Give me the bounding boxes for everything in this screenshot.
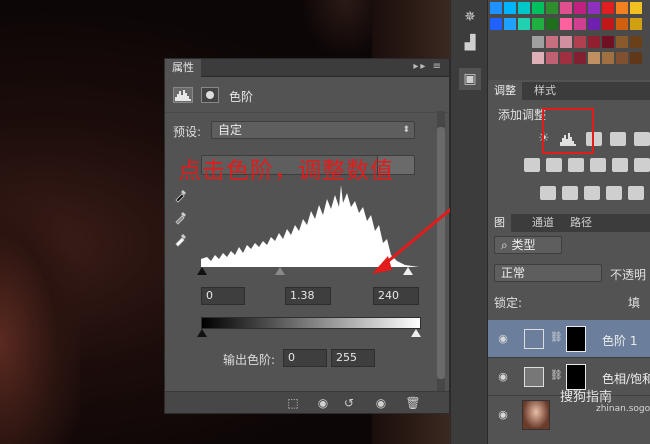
eye-icon[interactable]: ◉ — [496, 408, 510, 422]
photo-layer-thumbnail — [522, 400, 550, 430]
layer-mask-thumbnail — [566, 326, 586, 352]
watermark-text: 搜狗指南 — [560, 390, 613, 405]
swatch[interactable] — [490, 2, 502, 14]
eye-icon[interactable]: ◉ — [496, 332, 510, 346]
tab-adjustments[interactable]: 调整 — [488, 82, 522, 100]
swatch[interactable] — [574, 2, 586, 14]
swatch[interactable] — [574, 52, 586, 64]
tab-paths[interactable]: 路径 — [564, 214, 598, 232]
swatch[interactable] — [518, 18, 530, 30]
swatch[interactable] — [588, 52, 600, 64]
fill-label: 填 — [628, 296, 641, 310]
swatch[interactable] — [532, 18, 544, 30]
swatch[interactable] — [630, 2, 642, 14]
swatch[interactable] — [574, 18, 586, 30]
hue-saturation-icon[interactable] — [524, 158, 540, 172]
tab-styles[interactable]: 样式 — [528, 82, 562, 100]
vibrance-icon[interactable] — [634, 132, 650, 146]
eye-icon[interactable]: ◉ — [496, 370, 510, 384]
swatch[interactable] — [588, 2, 600, 14]
photo-filter-icon[interactable] — [590, 158, 606, 172]
invert-icon[interactable] — [540, 186, 556, 200]
swatch[interactable] — [560, 36, 572, 48]
swatch[interactable] — [602, 52, 614, 64]
swatch[interactable] — [504, 2, 516, 14]
swatch[interactable] — [630, 52, 642, 64]
layer-filter-value: 类型 — [511, 238, 536, 252]
swatch[interactable] — [504, 18, 516, 30]
swatch[interactable] — [546, 2, 558, 14]
swatch[interactable] — [532, 2, 544, 14]
swatch[interactable] — [602, 18, 614, 30]
selective-color-icon[interactable] — [606, 186, 622, 200]
swatch[interactable] — [532, 36, 544, 48]
opacity-label: 不透明 — [610, 268, 647, 282]
swatch[interactable] — [616, 36, 628, 48]
hue-layer-thumbnail — [524, 367, 544, 387]
swatch[interactable] — [588, 18, 600, 30]
watermark-url: zhinan.sogou.com — [596, 404, 650, 414]
exposure-icon[interactable] — [610, 132, 626, 146]
swatch[interactable] — [560, 2, 572, 14]
properties-panel-icon[interactable]: ▣ — [459, 68, 481, 90]
tab-layers[interactable]: 图 — [488, 214, 511, 232]
lock-label: 锁定: — [494, 296, 523, 310]
swatch[interactable] — [630, 18, 642, 30]
layers-tabbar: 图 通道 路径 — [488, 214, 650, 232]
swatch[interactable] — [560, 52, 572, 64]
posterize-icon[interactable] — [562, 186, 578, 200]
layer-name: 色阶 1 — [602, 334, 638, 348]
blend-mode-select[interactable]: 正常 — [494, 264, 602, 282]
gradient-map-icon[interactable] — [628, 186, 644, 200]
layer-filter-select[interactable]: ⌕ 类型 — [494, 236, 562, 254]
swatch[interactable] — [532, 52, 544, 64]
swatch[interactable] — [630, 36, 642, 48]
tab-channels[interactable]: 通道 — [526, 214, 560, 232]
swatch[interactable] — [518, 2, 530, 14]
black-white-icon[interactable] — [568, 158, 584, 172]
swatch[interactable] — [616, 18, 628, 30]
link-icon: ⛓ — [550, 370, 563, 381]
swatch[interactable] — [616, 52, 628, 64]
swatch[interactable] — [616, 2, 628, 14]
adjustments-tabbar: 调整 样式 — [488, 82, 650, 100]
swatch[interactable] — [490, 18, 502, 30]
layer-row-levels[interactable]: ◉ ⛓ 色阶 1 — [488, 320, 650, 358]
swatch[interactable] — [588, 36, 600, 48]
threshold-icon[interactable] — [584, 186, 600, 200]
levels-highlight-box — [542, 108, 594, 154]
swatch[interactable] — [602, 36, 614, 48]
swatch[interactable] — [602, 2, 614, 14]
search-icon: ⌕ — [501, 238, 512, 252]
layer-name: 色相/饱和 — [602, 372, 650, 386]
swatch[interactable] — [546, 36, 558, 48]
link-icon: ⛓ — [550, 332, 563, 343]
swatch[interactable] — [546, 52, 558, 64]
right-panels: 调整 样式 添加调整 ☀ 图 通道 路径 ⌕ 类型 正常 不透明 锁定: 填 ◉… — [488, 0, 650, 444]
swatch[interactable] — [560, 18, 572, 30]
levels-panel-icon[interactable]: ▟ — [459, 32, 481, 54]
swatches-panel — [488, 0, 650, 80]
levels-layer-thumbnail — [524, 329, 544, 349]
swatch[interactable] — [574, 36, 586, 48]
dock-strip: ✵ ▟ ▣ — [450, 0, 488, 444]
color-lookup-icon[interactable] — [634, 158, 650, 172]
compass-icon[interactable]: ✵ — [459, 6, 481, 28]
adjustments-title: 添加调整 — [498, 108, 547, 122]
color-balance-icon[interactable] — [546, 158, 562, 172]
channel-mixer-icon[interactable] — [612, 158, 628, 172]
swatch[interactable] — [546, 18, 558, 30]
